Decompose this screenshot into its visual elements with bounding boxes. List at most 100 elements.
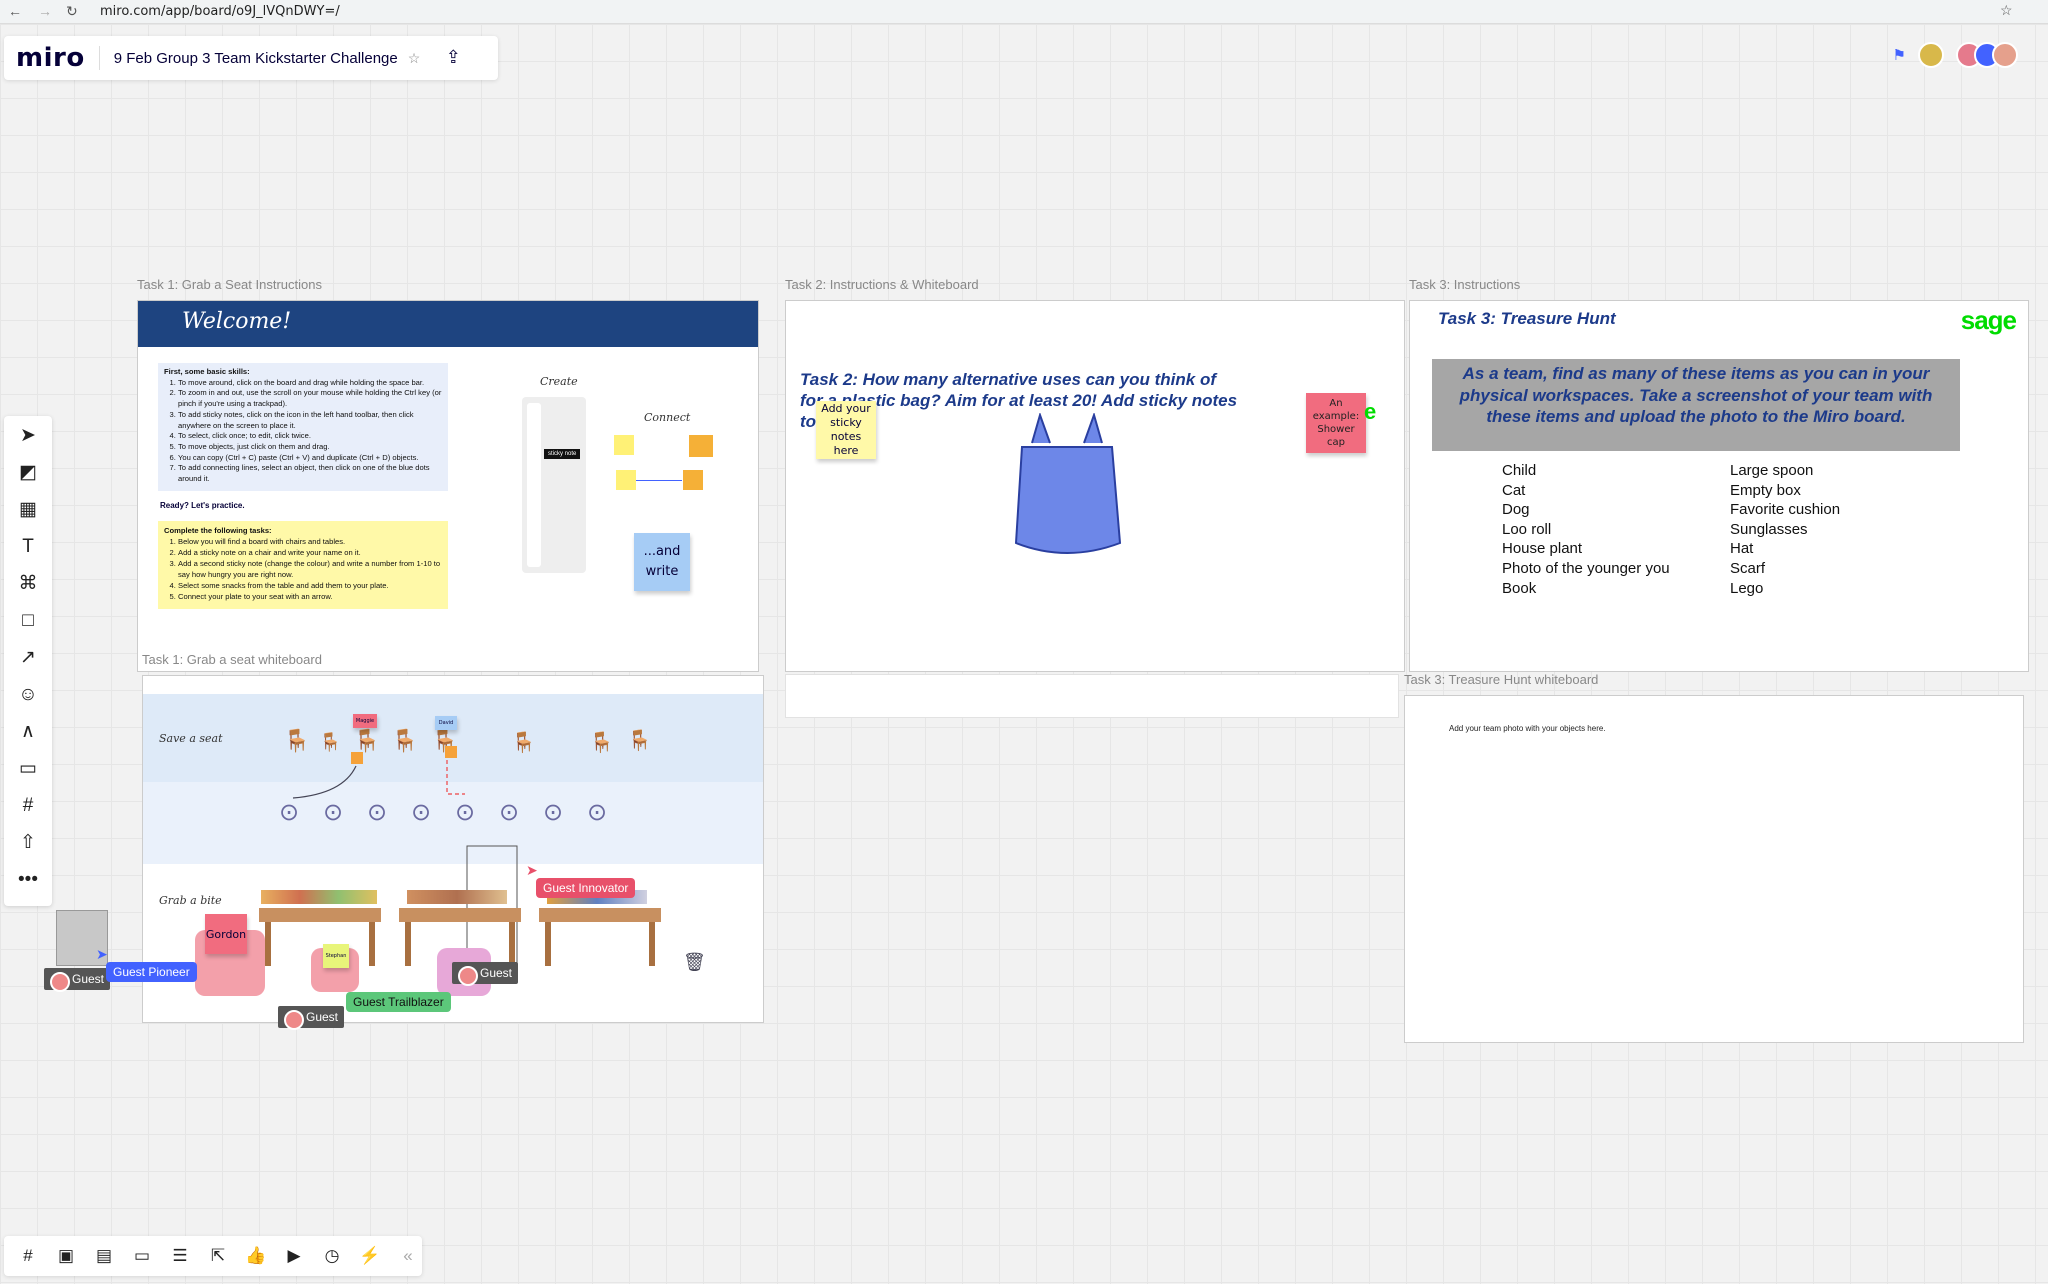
- task3-banner: As a team, find as many of these items a…: [1432, 359, 1960, 451]
- list-item: Lego: [1730, 579, 1764, 597]
- create-label: Create: [540, 375, 578, 388]
- table: [539, 908, 661, 922]
- sticky-note-stephan[interactable]: Stephan: [323, 944, 349, 968]
- frame-task3[interactable]: Task 3: Treasure Hunt sage As a team, fi…: [1409, 300, 2029, 672]
- comment-icon[interactable]: ▭: [14, 755, 42, 783]
- video-icon[interactable]: ▶: [280, 1242, 308, 1270]
- more-tools-icon[interactable]: •••: [14, 866, 42, 894]
- basic-skill-item: To move around, click on the board and d…: [178, 378, 442, 389]
- welcome-text: Welcome!: [182, 309, 292, 334]
- basic-skill-item: To add connecting lines, select an objec…: [178, 463, 442, 484]
- list-item: Favorite cushion: [1730, 501, 1841, 519]
- text-icon[interactable]: T: [14, 533, 42, 561]
- upload-icon[interactable]: ⇧: [14, 829, 42, 857]
- tasks-title: Complete the following tasks:: [164, 526, 272, 535]
- back-icon[interactable]: ←: [8, 3, 22, 19]
- templates-icon[interactable]: ▦: [14, 496, 42, 524]
- frame-task1-instructions[interactable]: Welcome! First, some basic skills: To mo…: [137, 300, 759, 672]
- timer-icon[interactable]: ◷: [318, 1242, 346, 1270]
- demo-orange-square: [689, 435, 713, 457]
- demo-connector-line: [636, 480, 682, 481]
- sticky-note-gordon[interactable]: Gordon: [205, 914, 247, 954]
- url-text[interactable]: miro.com/app/board/o9J_lVQnDWY=/: [100, 4, 340, 19]
- presentation-icon[interactable]: ▣: [52, 1242, 80, 1270]
- task2-extension[interactable]: [785, 674, 1399, 718]
- list-item: Empty box: [1730, 481, 1801, 499]
- frame-label-task1-whiteboard[interactable]: Task 1: Grab a seat whiteboard: [142, 652, 322, 667]
- avatar[interactable]: [1992, 42, 2018, 68]
- follow-icon[interactable]: ⚑: [1893, 46, 1906, 64]
- share-screen-icon[interactable]: ⇱: [204, 1242, 232, 1270]
- demo-orange-square-2: [683, 470, 703, 490]
- task-item: Add a sticky note on a chair and write y…: [178, 547, 442, 558]
- basic-skills-box: First, some basic skills: To move around…: [158, 363, 448, 491]
- ready-text: Ready? Let's practice.: [160, 501, 245, 510]
- basic-skills-title: First, some basic skills:: [164, 367, 250, 376]
- lightning-icon[interactable]: ⚡: [356, 1242, 384, 1270]
- snacks[interactable]: [407, 890, 507, 904]
- collapse-icon[interactable]: «: [394, 1242, 422, 1270]
- frame-task2[interactable]: Task 2: How many alternative uses can yo…: [785, 300, 1405, 672]
- list-item: Loo roll: [1502, 520, 1552, 538]
- select-cursor-icon[interactable]: ➤: [14, 422, 42, 450]
- basic-skill-item: You can copy (Ctrl + C) paste (Ctrl + V)…: [178, 453, 442, 464]
- sticky-note-icon[interactable]: ◩: [14, 459, 42, 487]
- shape-icon[interactable]: □: [14, 607, 42, 635]
- cards-icon[interactable]: ☰: [166, 1242, 194, 1270]
- demo-yellow-square-2: [616, 470, 636, 490]
- browser-address-bar: ← → ↻ miro.com/app/board/o9J_lVQnDWY=/ ☆: [0, 0, 2048, 24]
- frame-label-task1-instructions[interactable]: Task 1: Grab a Seat Instructions: [137, 277, 322, 292]
- frame-label-task3-whiteboard[interactable]: Task 3: Treasure Hunt whiteboard: [1404, 672, 1598, 687]
- list-item: Photo of the younger you: [1502, 559, 1670, 577]
- mini-toolbar: [527, 403, 541, 567]
- board-canvas[interactable]: Task 1: Grab a Seat Instructions Welcome…: [0, 24, 2048, 1284]
- list-item: Scarf: [1730, 559, 1766, 577]
- snacks[interactable]: [261, 890, 377, 904]
- cursor-guest-pioneer: Guest Pioneer: [106, 962, 197, 982]
- sticky-note-tooltip: sticky note: [544, 449, 581, 459]
- avatar[interactable]: [1918, 42, 1944, 68]
- emoji-icon[interactable]: ☺: [14, 681, 42, 709]
- and-write-sticky[interactable]: ...and write: [634, 533, 690, 591]
- export-icon[interactable]: ⇪: [442, 47, 464, 69]
- frame-label-task3[interactable]: Task 3: Instructions: [1409, 277, 1520, 292]
- frame-icon[interactable]: #: [14, 792, 42, 820]
- table-leg: [265, 922, 271, 966]
- task3-list-right: Large spoon Empty box Favorite cushion S…: [1730, 461, 1840, 598]
- task-item: Below you will find a board with chairs …: [178, 536, 442, 547]
- sage-logo-partial: e: [1364, 399, 1377, 424]
- miro-logo[interactable]: miro: [16, 43, 85, 73]
- sticky-add-notes[interactable]: Add your sticky notes here: [816, 401, 876, 459]
- comments-icon[interactable]: ▤: [90, 1242, 118, 1270]
- guest-tag: Guest: [278, 1006, 345, 1030]
- task3-whiteboard-hint: Add your team photo with your objects he…: [1449, 724, 1606, 733]
- board-title[interactable]: 9 Feb Group 3 Team Kickstarter Challenge: [114, 50, 398, 67]
- voting-icon[interactable]: 👍: [242, 1242, 270, 1270]
- frame-label-task2[interactable]: Task 2: Instructions & Whiteboard: [785, 277, 979, 292]
- frame-task3-whiteboard[interactable]: Add your team photo with your objects he…: [1404, 695, 2024, 1043]
- basic-skill-item: To select, click once; to edit, click tw…: [178, 431, 442, 442]
- star-icon[interactable]: ☆: [408, 50, 421, 67]
- table: [399, 908, 521, 922]
- left-toolbar: ➤ ◩ ▦ T ⌘ □ ↗ ☺ ∧ ▭ # ⇧ •••: [4, 416, 52, 906]
- forward-icon[interactable]: →: [38, 3, 52, 19]
- mind-map-icon[interactable]: ⌘: [14, 570, 42, 598]
- list-item: Large spoon: [1730, 462, 1814, 479]
- reload-icon[interactable]: ↻: [66, 3, 78, 20]
- connector-line-icon[interactable]: ↗: [14, 644, 42, 672]
- basic-skill-item: To zoom in and out, use the scroll on yo…: [178, 388, 442, 409]
- plastic-bag-image: [1014, 413, 1122, 554]
- tasks-box: Complete the following tasks: Below you …: [158, 521, 448, 609]
- table-leg: [649, 922, 655, 966]
- sticky-example[interactable]: An example: Shower cap: [1306, 393, 1366, 453]
- cursor-guest-trailblazer: Guest Trailblazer: [346, 992, 451, 1012]
- demo-yellow-square: [614, 435, 634, 455]
- pen-icon[interactable]: ∧: [14, 718, 42, 746]
- guest-tag: Guest: [452, 962, 519, 986]
- bin-icon: 🗑: [683, 952, 706, 972]
- bookmark-star-icon[interactable]: ☆: [2000, 2, 2013, 19]
- table-leg: [369, 922, 375, 966]
- sage-logo: sage: [1960, 305, 2017, 335]
- frames-icon[interactable]: #: [14, 1242, 42, 1270]
- chat-icon[interactable]: ▭: [128, 1242, 156, 1270]
